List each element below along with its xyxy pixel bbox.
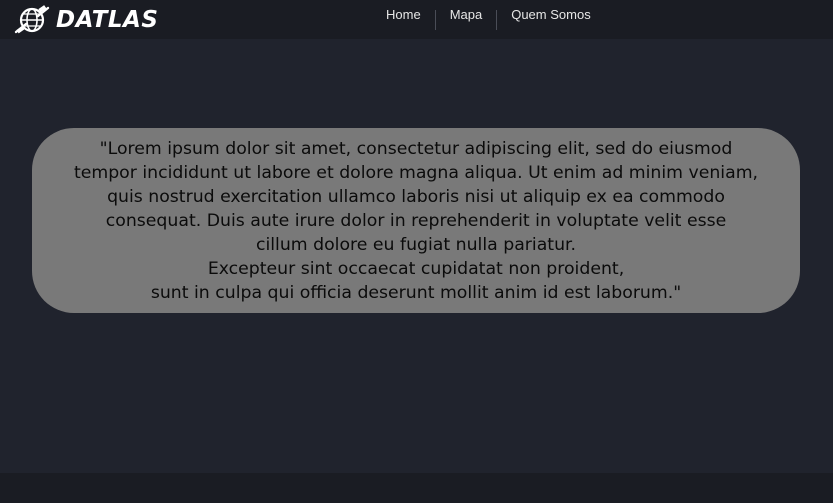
quote-line: sunt in culpa qui officia deserunt molli… xyxy=(150,283,682,303)
nav-link-home[interactable]: Home xyxy=(372,7,435,22)
quote-line: "Lorem ipsum dolor sit amet, consectetur… xyxy=(99,139,733,159)
quote-line: Excepteur sint occaecat cupidatat non pr… xyxy=(207,259,625,279)
quote-line: cillum dolore eu fugiat nulla pariatur. xyxy=(255,235,577,255)
main-nav: Home Mapa Quem Somos xyxy=(372,0,605,30)
quote-line: quis nostrud exercitation ullamco labori… xyxy=(107,187,725,207)
page-footer xyxy=(0,473,833,503)
nav-link-quem-somos[interactable]: Quem Somos xyxy=(497,7,604,22)
globe-satellite-icon xyxy=(14,5,50,34)
nav-link-mapa[interactable]: Mapa xyxy=(436,7,497,22)
brand-name: DATLAS xyxy=(56,7,159,33)
quote-card: "Lorem ipsum dolor sit amet, consectetur… xyxy=(32,128,800,313)
quote-line: tempor incididunt ut labore et dolore ma… xyxy=(73,163,759,183)
brand-logo[interactable]: DATLAS xyxy=(14,4,158,36)
quote-line: consequat. Duis aute irure dolor in repr… xyxy=(105,211,727,231)
top-navbar: DATLAS Home Mapa Quem Somos xyxy=(0,0,833,39)
